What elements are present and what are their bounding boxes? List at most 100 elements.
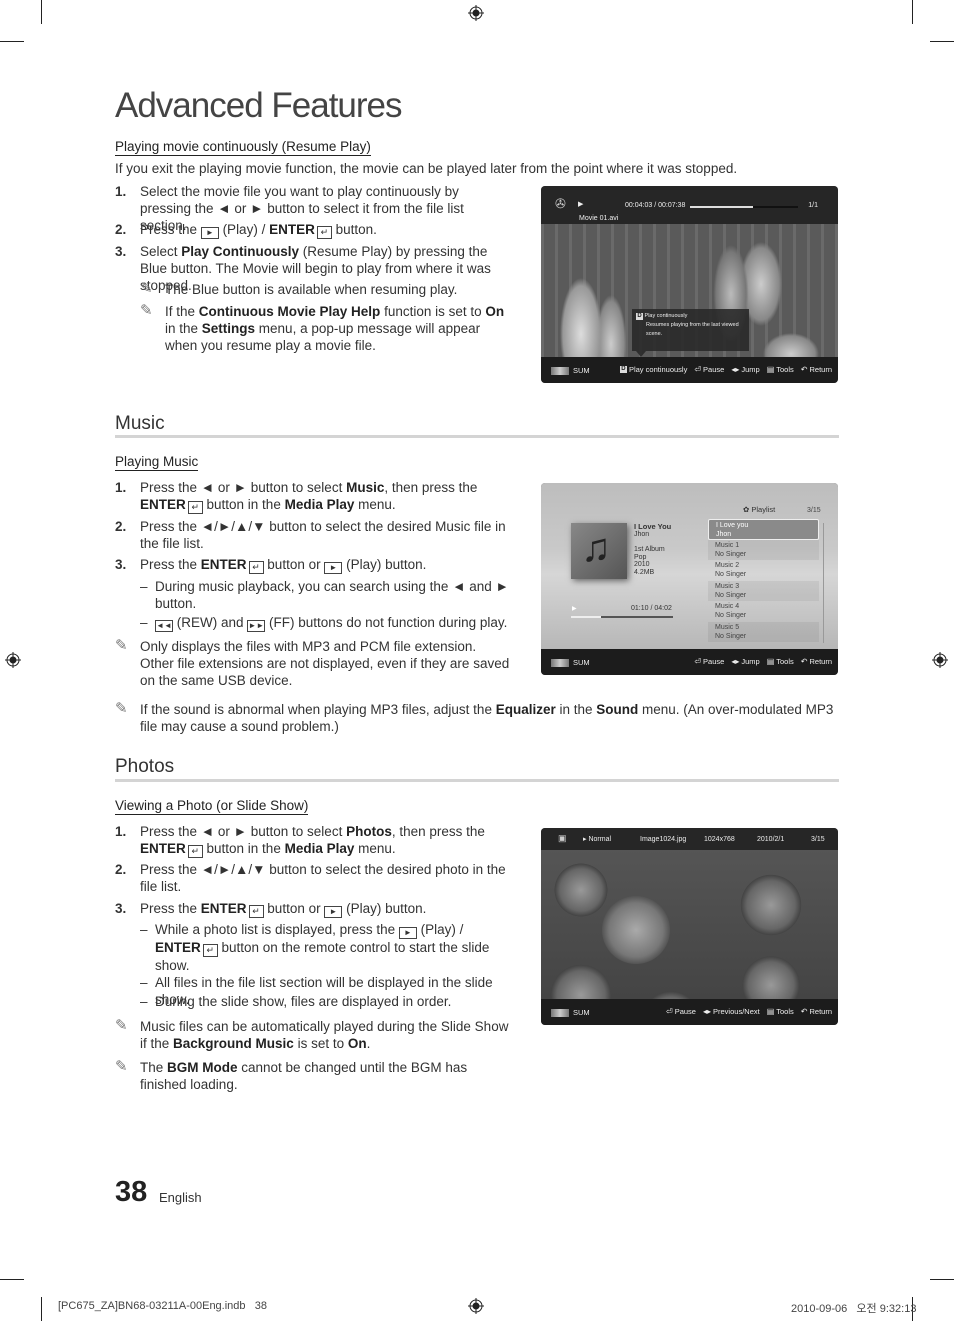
enter-key-icon: ↵	[187, 501, 203, 514]
tools-button[interactable]: ▤ Tools	[767, 1007, 794, 1016]
footer-timestamp: 2010-09-06 오전 9:32:13	[791, 1303, 917, 1315]
enter-key-icon: ↵	[316, 226, 332, 239]
music-note-icon: ♫	[581, 526, 611, 570]
tools-button[interactable]: ▤ Tools	[767, 365, 794, 374]
crop-mark	[41, 0, 42, 24]
playlist-item-artist: No Singer	[715, 571, 747, 578]
registration-mark-icon	[5, 652, 21, 668]
pause-button[interactable]: ⏎ Pause	[666, 1007, 696, 1016]
playlist: I Love you Jhon Music 1 No Singer Music 2 No …	[708, 519, 819, 642]
return-button[interactable]: ↶ Return	[801, 365, 832, 374]
d-key-icon: D	[636, 313, 643, 320]
enter-icon: ⏎	[694, 365, 702, 374]
song-size: 4.2MB	[634, 568, 655, 576]
photos-step-2: 2. Press the ◄/►/▲/▼ button to select th…	[115, 862, 506, 894]
crop-mark	[0, 1279, 24, 1280]
tools-button[interactable]: ▤ Tools	[767, 657, 794, 666]
return-button[interactable]: ↶ Return	[801, 657, 832, 666]
photo-count: 3/15	[811, 836, 825, 843]
enter-key-icon: ↵	[187, 845, 203, 858]
movie-progress-fill	[690, 206, 753, 208]
song-album: 1st Album	[634, 546, 665, 553]
movie-count: 1/1	[808, 202, 818, 209]
music-play-status-icon: ▶	[572, 606, 577, 612]
photo-viewer-screen: ▣ ▸ Normal Image1024.jpg 1024x768 2010/2…	[541, 828, 838, 1025]
photos-heading: Photos	[115, 756, 175, 777]
enter-icon: ⏎	[694, 657, 702, 666]
crop-mark	[930, 41, 954, 42]
page-number: 38	[115, 1176, 148, 1208]
note-pencil-icon: ✎	[140, 280, 153, 297]
return-icon: ↶	[800, 1007, 808, 1016]
playlist-item[interactable]: Music 2 No Singer	[708, 560, 819, 581]
photos-subitem-1: – While a photo list is displayed, press…	[140, 922, 490, 973]
music-note-1: ✎ Only displays the files with MP3 and P…	[115, 637, 510, 688]
album-art: ♫	[571, 523, 627, 579]
movie-control-bar: SUM D Play continuously ⏎ Pause ◂▸ Jump ▤ To…	[541, 357, 838, 383]
play-continuously-button[interactable]: D Play continuously	[619, 365, 687, 374]
song-title: I Love You	[634, 522, 672, 531]
pause-button[interactable]: ⏎ Pause	[694, 657, 724, 666]
return-button[interactable]: ↶ Return	[801, 1007, 832, 1016]
jump-button[interactable]: ◂▸ Jump	[731, 365, 759, 374]
music-progress-bar[interactable]	[571, 616, 673, 618]
note-pencil-icon: ✎	[115, 700, 128, 717]
crop-mark	[912, 0, 913, 24]
music-step-3: 3. Press the ENTER ↵ button or ► (Play) b…	[115, 557, 427, 574]
playlist-icon: ✿	[743, 505, 750, 514]
resume-play-intro: If you exit the playing movie function, …	[115, 161, 738, 176]
page-title: Advanced Features	[115, 86, 403, 125]
music-time: 01:10 / 04:02	[631, 605, 672, 612]
usb-icon	[551, 1008, 569, 1017]
sum-indicator: SUM	[551, 366, 590, 375]
resume-note-1: ✎ The Blue button is available when resu…	[140, 280, 458, 297]
playlist-item-title: Music 4	[715, 603, 740, 610]
left-right-icon: ◂▸	[702, 1007, 712, 1016]
playlist-item-title: Music 2	[715, 562, 740, 569]
fast-forward-key-icon: ►►	[247, 620, 266, 632]
play-status-icon: ▶	[578, 201, 584, 208]
movie-progress-bar[interactable]	[690, 206, 798, 208]
resume-play-subheading: Playing movie continuously (Resume Play)	[115, 139, 371, 156]
enter-key-icon: ↵	[248, 905, 264, 918]
photo-date: 2010/2/1	[757, 836, 785, 843]
movie-info-bar: ✇ ▶ 00:04:03 / 00:07:38 1/1 Movie 01.avi	[541, 186, 838, 224]
viewing-photo-subheading: Viewing a Photo (or Slide Show)	[115, 798, 309, 815]
photo-info-bar: ▣ ▸ Normal Image1024.jpg 1024x768 2010/2…	[541, 828, 838, 850]
left-right-icon: ◂▸	[731, 657, 740, 666]
playlist-item[interactable]: Music 4 No Singer	[708, 601, 819, 622]
registration-mark-icon	[468, 5, 484, 21]
playlist-scrollbar[interactable]	[823, 523, 824, 643]
jump-button[interactable]: ◂▸ Jump	[731, 657, 759, 666]
playlist-item-artist: Jhon	[716, 531, 732, 538]
playlist-item[interactable]: Music 3 No Singer	[708, 580, 819, 601]
left-right-icon: ◂▸	[731, 365, 740, 374]
previous-next-button[interactable]: ◂▸ Previous/Next	[703, 1007, 760, 1016]
d-key-icon: D	[619, 366, 627, 373]
play-continuously-popup: D Play continuously Resumes playing from…	[632, 309, 749, 357]
playlist-item[interactable]: Music 5 No Singer	[708, 621, 819, 642]
photo-control-bar: SUM ⏎ Pause ◂▸ Previous/Next ▤ Tools ↶ Retur…	[541, 999, 838, 1025]
usb-icon	[551, 366, 569, 375]
note-pencil-icon: ✎	[140, 302, 153, 319]
playlist-item[interactable]: I Love you Jhon	[708, 519, 819, 540]
pause-button[interactable]: ⏎ Pause	[694, 365, 724, 374]
photos-step-1: 1. Press the ◄ or ► button to select Pho…	[115, 824, 485, 858]
crop-mark	[930, 1279, 954, 1280]
tools-icon: ▤	[766, 657, 775, 666]
sum-indicator: SUM	[551, 658, 590, 667]
enter-key-icon: ↵	[202, 944, 218, 957]
registration-mark-icon	[932, 652, 948, 668]
song-genre: Pop	[634, 553, 647, 561]
playlist-item[interactable]: Music 1 No Singer	[708, 539, 819, 560]
footer-filename: [PC675_ZA]BN68-03211A-00Eng.indb 38	[58, 1300, 267, 1312]
music-heading: Music	[115, 413, 165, 434]
tools-icon: ▤	[766, 1007, 775, 1016]
rewind-key-icon: ◄◄	[155, 620, 173, 632]
note-pencil-icon: ✎	[115, 1017, 128, 1034]
photo-filename: Image1024.jpg	[640, 836, 687, 843]
photo-image	[541, 850, 838, 999]
song-info: I Love You Jhon 1st Album Pop 2010 4.2MB	[634, 523, 671, 576]
music-progress-fill	[571, 616, 601, 618]
enter-key-icon: ↵	[248, 561, 264, 574]
